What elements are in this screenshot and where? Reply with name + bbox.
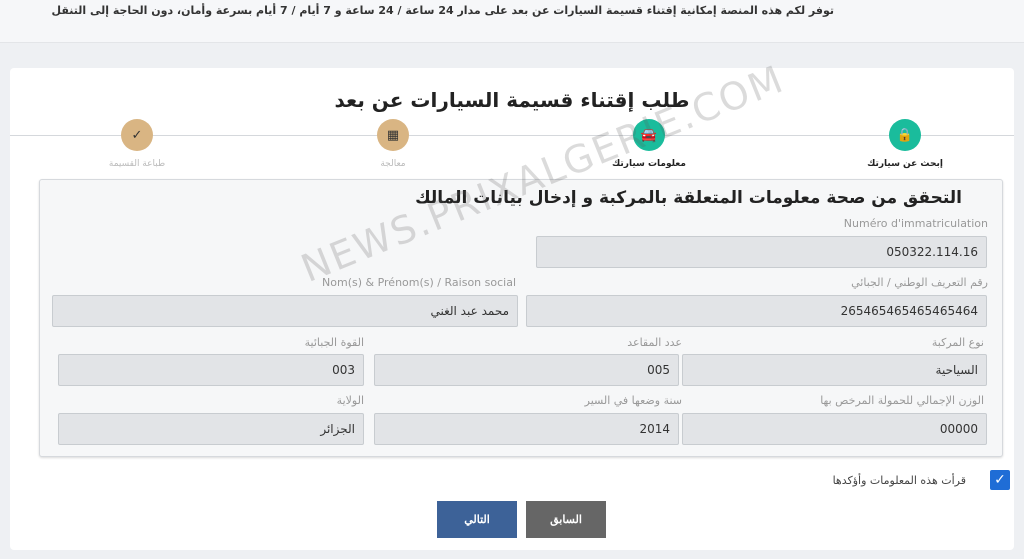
nin-value: 265465465465465464 — [840, 304, 978, 318]
vehicle-type-value: السياحية — [935, 363, 978, 377]
year-value: 2014 — [639, 422, 670, 436]
seats-value: 005 — [647, 363, 670, 377]
confirm-row: ✓ قرأت هذه المعلومات وأؤكدها — [833, 470, 1010, 490]
fiscal-power-field[interactable]: 003 — [58, 354, 364, 386]
panel-title: التحقق من صحة معلومات المتعلقة بالمركبة … — [415, 188, 962, 208]
registration-label: Numéro d'immatriculation — [843, 217, 988, 230]
gross-weight-label: الوزن الإجمالي للحمولة المرخص بها — [820, 394, 984, 407]
previous-button[interactable]: السابق — [526, 501, 606, 538]
vehicle-type-field[interactable]: السياحية — [682, 354, 987, 386]
step-label: طباعة القسيمة — [108, 159, 166, 169]
step-label: إبحث عن سيارتك — [867, 159, 943, 169]
step-label: معالجة — [380, 159, 406, 169]
owner-value: محمد عبد الغني — [430, 304, 509, 318]
confirm-checkbox[interactable]: ✓ — [990, 470, 1010, 490]
vehicle-type-label: نوع المركبة — [931, 336, 984, 349]
wilaya-value: الجزائر — [320, 422, 355, 436]
nin-field[interactable]: 265465465465465464 — [526, 295, 987, 327]
registration-value: 050322.114.16 — [886, 245, 978, 259]
owner-name-input[interactable]: محمد عبد الغني — [52, 295, 518, 327]
gross-weight-value: 00000 — [939, 422, 978, 436]
car-icon: 🚘 — [633, 119, 665, 151]
vehicle-form-panel: التحقق من صحة معلومات المتعلقة بالمركبة … — [39, 179, 1003, 457]
next-button[interactable]: التالي — [437, 501, 517, 538]
step-processing[interactable]: ▦ معالجة — [323, 119, 463, 169]
step-print-sticker[interactable]: ✓ طباعة القسيمة — [67, 119, 207, 169]
checkmark-icon: ✓ — [994, 472, 1006, 488]
step-search-car[interactable]: 🔒 إبحث عن سيارتك — [835, 119, 975, 169]
registration-field[interactable]: 050322.114.16 — [536, 236, 987, 268]
wilaya-field[interactable]: الجزائر — [58, 413, 364, 445]
calculator-icon: ▦ — [377, 119, 409, 151]
seats-field[interactable]: 005 — [374, 354, 679, 386]
nin-label: رقم التعريف الوطني / الجبائي — [851, 276, 988, 289]
gross-weight-field[interactable]: 00000 — [682, 413, 987, 445]
step-car-info[interactable]: 🚘 معلومات سيارتك — [579, 119, 719, 169]
year-label: سنة وضعها في السير — [584, 394, 682, 407]
seats-label: عدد المقاعد — [627, 336, 682, 349]
wilaya-label: الولاية — [336, 394, 364, 407]
info-banner: توفر لكم هذه المنصة إمكانية إقتناء قسيمة… — [0, 0, 1024, 43]
confirm-label: قرأت هذه المعلومات وأؤكدها — [832, 473, 966, 487]
owner-label: Nom(s) & Prénom(s) / Raison social — [322, 276, 516, 289]
lock-icon: 🔒 — [889, 119, 921, 151]
fiscal-power-label: القوة الجبائية — [304, 336, 364, 349]
banner-text: توفر لكم هذه المنصة إمكانية إقتناء قسيمة… — [51, 4, 834, 17]
step-label: معلومات سيارتك — [612, 159, 686, 169]
fiscal-power-value: 003 — [332, 363, 355, 377]
year-field[interactable]: 2014 — [374, 413, 679, 445]
check-icon: ✓ — [121, 119, 153, 151]
page-title: طلب إقتناء قسيمة السيارات عن بعد — [334, 88, 690, 112]
